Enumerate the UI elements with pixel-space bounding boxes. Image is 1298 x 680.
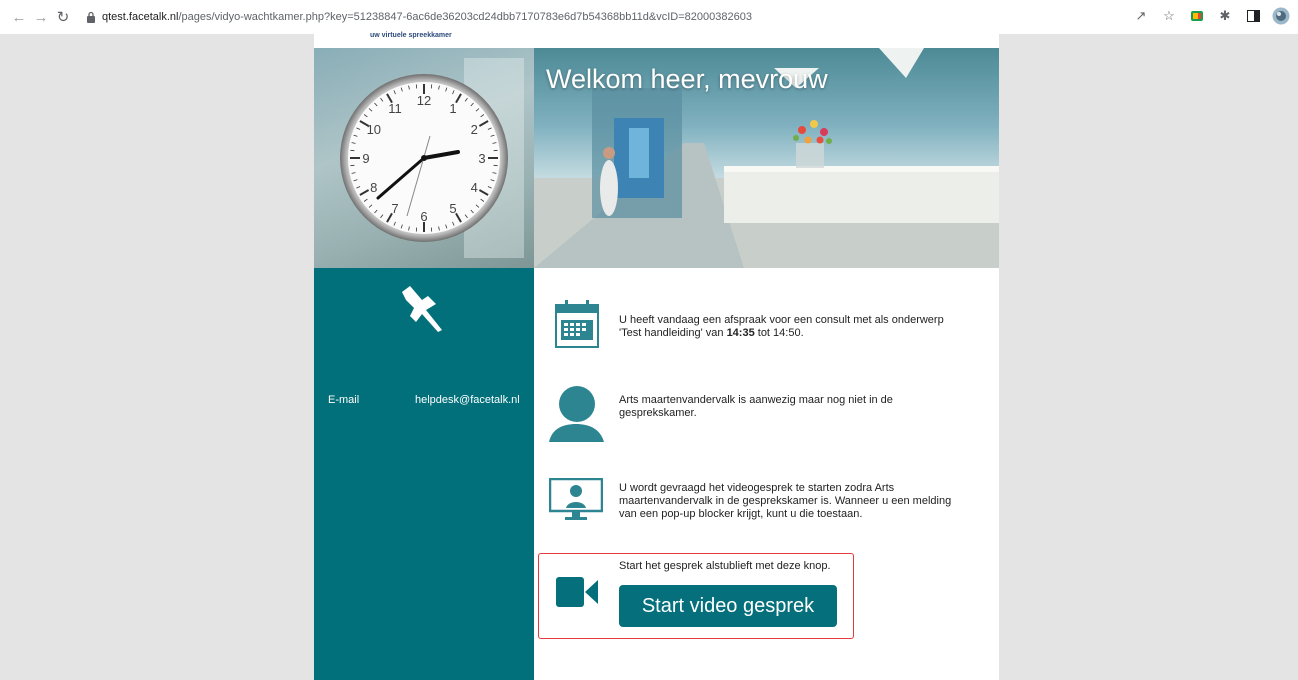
clock-number: 3 [478, 151, 485, 166]
lock-icon [87, 11, 95, 23]
profile-avatar-icon[interactable] [1272, 7, 1290, 25]
hallway-image: Welkom heer, mevrouw [534, 48, 999, 268]
clock-number: 12 [417, 93, 431, 108]
logo-tagline: uw virtuele spreekkamer [370, 32, 452, 39]
clock-number: 11 [388, 101, 402, 116]
clock-number: 8 [370, 180, 377, 195]
forward-arrow-icon[interactable]: → [30, 6, 52, 28]
clock-number: 10 [367, 122, 381, 137]
appointment-start-time: 14:35 [726, 327, 755, 339]
start-video-call-button[interactable]: Start video gesprek [619, 585, 837, 627]
clock-number: 5 [449, 201, 456, 216]
clock-icon: 121234567891011 [314, 48, 534, 268]
person-icon [549, 386, 604, 442]
doctor-status-text: Arts maartenvandervalk is aanwezig maar … [619, 394, 893, 419]
puzzle-icon[interactable]: ✱ [1216, 7, 1234, 25]
contact-sidebar: E-mail helpdesk@facetalk.nl [314, 268, 534, 680]
star-icon[interactable]: ☆ [1160, 7, 1178, 25]
clock-number: 4 [471, 180, 478, 195]
email-label: E-mail [328, 394, 360, 406]
pushpin-icon [402, 286, 442, 332]
url-text: qtest.facetalk.nl/pages/vidyo-wachtkamer… [102, 11, 752, 23]
monitor-user-icon [549, 478, 603, 520]
toolbar-icons: ↗ ☆ ✱ [1132, 7, 1290, 25]
clock-number: 7 [391, 201, 398, 216]
calendar-icon [555, 300, 599, 348]
browser-toolbar: ← → ↻ qtest.facetalk.nl/pages/vidyo-wach… [0, 0, 1298, 34]
appointment-end-time: 14:50 [773, 327, 801, 339]
clock-number: 1 [449, 101, 456, 116]
clock-number: 6 [420, 209, 427, 224]
waiting-room-page: uw virtuele spreekkamer 12 1 2 3 4 5 6 7 8 9 10 11 [314, 32, 999, 680]
share-icon[interactable]: ↗ [1132, 7, 1150, 25]
clock-number: 9 [362, 151, 369, 166]
start-call-prompt: Start het gesprek alstublieft met deze k… [619, 560, 831, 572]
appointment-text: U heeft vandaag een afspraak voor een co… [619, 314, 944, 339]
email-value[interactable]: helpdesk@facetalk.nl [415, 394, 520, 406]
reload-icon[interactable]: ↻ [52, 6, 74, 28]
welcome-heading: Welkom heer, mevrouw [546, 64, 828, 94]
clock-number: 2 [471, 122, 478, 137]
video-instructions-text: U wordt gevraagd het videogesprek te sta… [619, 482, 952, 520]
logo-strip: uw virtuele spreekkamer [314, 32, 534, 48]
back-arrow-icon[interactable]: ← [8, 6, 30, 28]
sidepanel-icon[interactable] [1244, 7, 1262, 25]
clock-panel: 12 1 2 3 4 5 6 7 8 9 10 11 [314, 48, 534, 268]
video-camera-icon [556, 577, 598, 607]
flowers-illustration [793, 120, 832, 168]
address-bar[interactable]: qtest.facetalk.nl/pages/vidyo-wachtkamer… [80, 5, 1180, 29]
extension-colored-icon[interactable] [1188, 7, 1206, 25]
